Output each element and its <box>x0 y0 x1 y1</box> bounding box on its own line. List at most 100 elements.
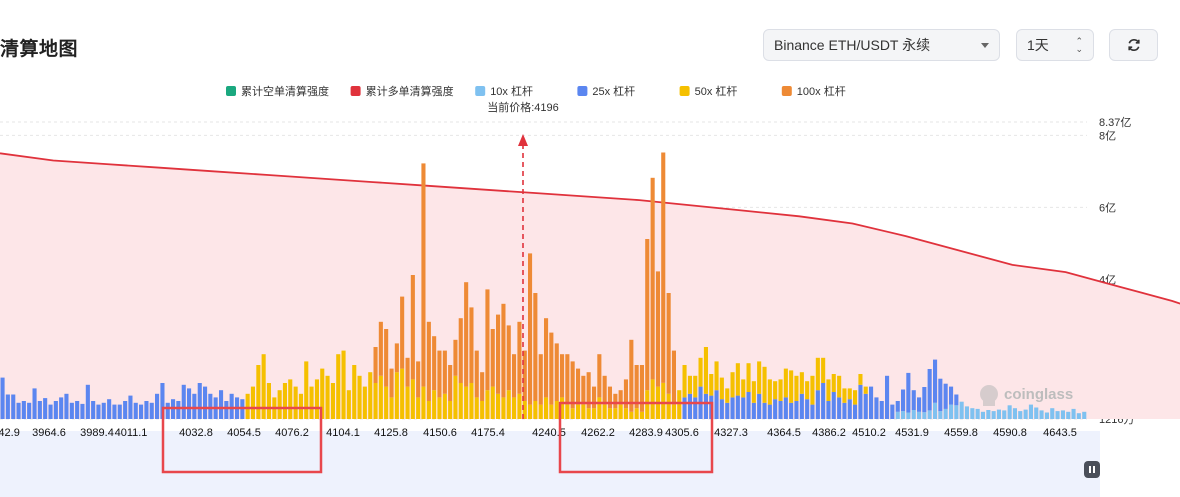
bar-100x-杠杆 <box>432 336 437 391</box>
bar-50x-杠杆 <box>725 388 730 403</box>
bar-50x-杠杆 <box>485 390 490 419</box>
bar-25x-杠杆 <box>53 401 58 419</box>
legend-swatch <box>577 86 588 96</box>
bar-50x-杠杆 <box>607 408 612 419</box>
bar-50x-杠杆 <box>538 404 543 419</box>
bar-50x-杠杆 <box>304 361 309 419</box>
x-tick-label: 4559.8 <box>944 427 978 439</box>
bar-50x-杠杆 <box>549 404 554 419</box>
bar-10x-杠杆 <box>938 411 943 419</box>
bar-25x-杠杆 <box>229 393 234 419</box>
y-tick-label: 8亿 <box>1099 129 1116 142</box>
bar-50x-杠杆 <box>298 393 303 419</box>
bar-100x-杠杆 <box>650 177 655 380</box>
bar-25x-杠杆 <box>735 395 740 419</box>
legend-swatch <box>781 86 792 96</box>
bar-25x-杠杆 <box>885 375 890 419</box>
pair-select-value: Binance ETH/USDT 永续 <box>774 37 931 53</box>
bar-25x-杠杆 <box>826 401 831 419</box>
bar-25x-杠杆 <box>831 392 836 419</box>
bar-50x-杠杆 <box>416 397 421 419</box>
bar-50x-杠杆 <box>528 404 533 419</box>
bar-25x-杠杆 <box>890 404 895 419</box>
bar-50x-杠杆 <box>650 379 655 419</box>
bar-50x-杠杆 <box>741 379 746 398</box>
bar-50x-杠杆 <box>634 408 639 419</box>
x-tick-label: 4032.8 <box>179 427 213 439</box>
timeframe-select[interactable]: 1天 ⌃ ⌄ <box>1016 29 1094 61</box>
bar-50x-杠杆 <box>544 397 549 419</box>
bar-10x-杠杆 <box>991 411 996 419</box>
bar-10x-杠杆 <box>1055 411 1060 419</box>
bar-50x-杠杆 <box>842 388 847 403</box>
bar-50x-杠杆 <box>773 381 778 400</box>
bar-25x-杠杆 <box>48 404 53 419</box>
bar-25x-杠杆 <box>821 383 826 419</box>
bar-25x-杠杆 <box>922 387 927 413</box>
bar-25x-杠杆 <box>842 402 847 419</box>
bar-100x-杠杆 <box>373 347 378 383</box>
current-price-label: 当前价格:4196 <box>487 100 559 114</box>
bar-25x-杠杆 <box>11 394 16 419</box>
bar-10x-杠杆 <box>906 412 911 419</box>
bar-10x-杠杆 <box>980 411 985 419</box>
bar-25x-杠杆 <box>27 402 32 419</box>
bar-50x-杠杆 <box>576 404 581 419</box>
x-tick-label: 4104.1 <box>326 427 360 439</box>
bar-100x-杠杆 <box>453 339 458 376</box>
bar-100x-杠杆 <box>400 296 405 369</box>
refresh-icon <box>1127 38 1140 52</box>
bar-25x-杠杆 <box>37 401 42 419</box>
bar-25x-杠杆 <box>203 386 208 419</box>
bar-10x-杠杆 <box>1039 410 1044 419</box>
bar-25x-杠杆 <box>714 390 719 419</box>
bar-10x-杠杆 <box>917 411 922 419</box>
bar-100x-杠杆 <box>416 361 421 398</box>
bar-50x-杠杆 <box>250 386 255 419</box>
refresh-button[interactable] <box>1109 29 1158 61</box>
bar-25x-杠杆 <box>789 402 794 419</box>
x-tick-label: 4076.2 <box>275 427 309 439</box>
bar-50x-杠杆 <box>533 401 538 419</box>
liquidation-chart: 8.37亿8亿6亿4亿2亿1216万累计空单清算强度累计多单清算强度10x 杠杆… <box>0 84 1180 497</box>
bar-25x-杠杆 <box>144 401 149 419</box>
watermark-text: coinglass <box>1004 386 1073 403</box>
bar-100x-杠杆 <box>533 293 538 401</box>
legend-item: 累计多单清算强度 <box>366 84 454 98</box>
bar-50x-杠杆 <box>400 368 405 419</box>
bar-25x-杠杆 <box>751 402 756 419</box>
bar-50x-杠杆 <box>506 390 511 419</box>
bar-50x-杠杆 <box>496 393 501 419</box>
bar-10x-杠杆 <box>1060 410 1065 419</box>
bar-50x-杠杆 <box>277 390 282 419</box>
updown-chevron-icon: ⌃ ⌄ <box>1075 36 1083 54</box>
x-tick-label: 3989.4 <box>80 427 114 439</box>
bar-50x-杠杆 <box>469 383 474 419</box>
bar-100x-杠杆 <box>671 350 676 405</box>
pair-select[interactable]: Binance ETH/USDT 永续 <box>763 29 1000 61</box>
bar-50x-杠杆 <box>421 386 426 419</box>
bar-25x-杠杆 <box>938 378 943 412</box>
bar-100x-杠杆 <box>592 386 597 409</box>
x-tick-label: 4283.9 <box>629 427 663 439</box>
bar-100x-杠杆 <box>597 354 602 398</box>
bar-10x-杠杆 <box>1002 410 1007 419</box>
bar-10x-杠杆 <box>1082 411 1087 419</box>
bar-50x-杠杆 <box>282 383 287 419</box>
bar-50x-杠杆 <box>565 404 570 419</box>
bar-100x-杠杆 <box>512 354 517 398</box>
bar-25x-杠杆 <box>719 399 724 419</box>
bar-50x-杠杆 <box>378 375 383 419</box>
bar-10x-杠杆 <box>1044 412 1049 419</box>
bar-100x-杠杆 <box>602 375 607 405</box>
x-tick-label: 4386.2 <box>812 427 846 439</box>
bar-25x-杠杆 <box>741 397 746 419</box>
bar-50x-杠杆 <box>426 401 431 419</box>
bar-50x-杠杆 <box>597 397 602 419</box>
bar-25x-杠杆 <box>91 401 96 419</box>
bar-10x-杠杆 <box>986 410 991 419</box>
pause-button[interactable] <box>1084 461 1100 478</box>
bar-25x-杠杆 <box>219 390 224 419</box>
bar-25x-杠杆 <box>112 404 117 419</box>
bar-25x-杠杆 <box>895 401 900 412</box>
